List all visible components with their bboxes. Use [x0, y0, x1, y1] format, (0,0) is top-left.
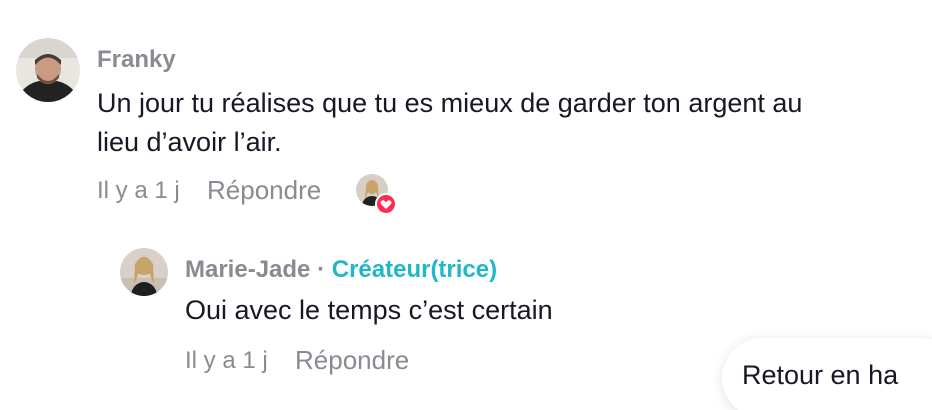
creator-liked-indicator — [356, 174, 397, 215]
heart-icon — [375, 193, 397, 215]
comment-timestamp: Il y a 1 j — [97, 177, 180, 204]
reply-author-row: Marie-Jade · Créateur(trice) — [185, 256, 497, 284]
reply-timestamp: Il y a 1 j — [185, 347, 268, 374]
comment-author[interactable]: Franky — [97, 46, 176, 74]
reply-button[interactable]: Répondre — [207, 175, 321, 206]
back-to-top-button[interactable]: Retour en ha — [722, 338, 932, 410]
separator-dot: · — [317, 256, 326, 283]
comment-text-line: lieu d’avoir l’air. — [97, 127, 282, 157]
comment-text: Un jour tu réalises que tu es mieux de g… — [97, 84, 917, 162]
reply-author[interactable]: Marie-Jade — [185, 256, 310, 283]
marie-jade-avatar-image — [120, 248, 168, 296]
back-to-top-label: Retour en ha — [742, 360, 899, 390]
reply-button[interactable]: Répondre — [295, 345, 409, 376]
comment-thread: Franky Un jour tu réalises que tu es mie… — [0, 0, 932, 410]
avatar[interactable] — [120, 248, 168, 296]
franky-avatar-image — [16, 38, 80, 102]
avatar[interactable] — [16, 38, 80, 102]
comment-text-line: Un jour tu réalises que tu es mieux de g… — [97, 88, 803, 118]
reply-text: Oui avec le temps c’est certain — [185, 295, 553, 325]
creator-badge: Créateur(trice) — [331, 256, 498, 283]
